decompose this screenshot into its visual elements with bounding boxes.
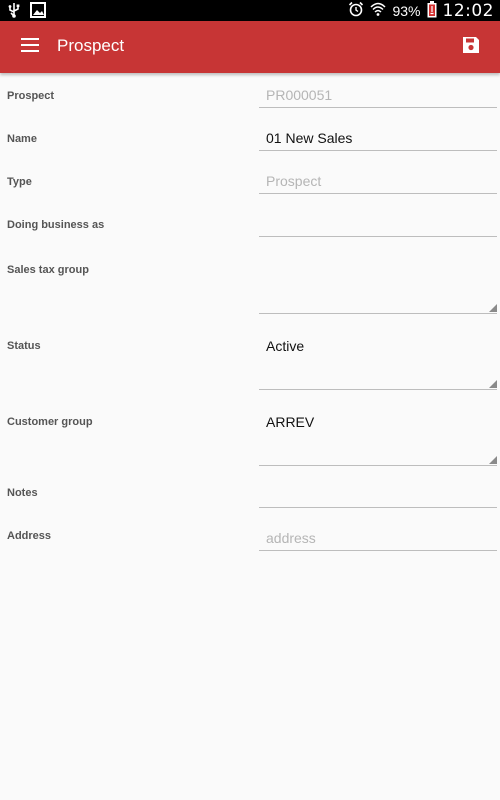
status-dropdown[interactable]: Active <box>259 326 497 390</box>
doing-business-as-field[interactable] <box>259 206 497 237</box>
doing-business-as-label: Doing business as <box>7 219 105 231</box>
notes-field[interactable] <box>259 477 497 508</box>
app-bar: Prospect <box>0 21 500 73</box>
dropdown-triangle-icon <box>489 456 497 464</box>
alarm-icon <box>348 1 364 20</box>
clock: 12:02 <box>442 0 494 21</box>
image-icon <box>30 2 46 23</box>
address-row: Address address <box>0 516 500 559</box>
name-field[interactable]: 01 New Sales <box>259 120 497 151</box>
prospect-label: Prospect <box>7 90 55 102</box>
notes-row: Notes <box>0 473 500 516</box>
save-icon[interactable] <box>462 36 482 56</box>
prospect-row: Prospect PR000051 <box>0 73 500 116</box>
prospect-form: Prospect PR000051 Name 01 New Sales Type… <box>0 73 500 559</box>
type-value: Prospect <box>266 173 322 189</box>
wifi-icon <box>370 1 386 20</box>
dropdown-triangle-icon <box>489 304 497 312</box>
battery-percent: 93% <box>392 2 421 19</box>
status-label: Status <box>7 340 41 352</box>
customer-group-row: Customer group ARREV <box>0 397 500 473</box>
name-row: Name 01 New Sales <box>0 116 500 159</box>
status-bar: 93% 12:02 <box>0 0 500 21</box>
hamburger-menu-icon[interactable] <box>21 38 39 54</box>
type-row: Type Prospect <box>0 159 500 202</box>
address-placeholder: address <box>266 530 316 546</box>
type-label: Type <box>7 176 32 188</box>
usb-icon <box>7 2 21 23</box>
name-label: Name <box>7 133 37 145</box>
address-label: Address <box>7 530 52 542</box>
customer-group-value: ARREV <box>266 414 315 430</box>
name-value: 01 New Sales <box>266 130 353 146</box>
prospect-value: PR000051 <box>266 87 333 103</box>
address-field[interactable]: address <box>259 520 497 551</box>
status-value: Active <box>266 338 305 354</box>
doing-business-as-row: Doing business as <box>0 202 500 245</box>
notes-label: Notes <box>7 487 38 499</box>
customer-group-label: Customer group <box>7 416 93 428</box>
page-title: Prospect <box>57 36 125 55</box>
customer-group-dropdown[interactable]: ARREV <box>259 402 497 466</box>
sales-tax-group-row: Sales tax group <box>0 245 500 321</box>
status-row: Status Active <box>0 321 500 397</box>
battery-icon <box>427 0 437 21</box>
prospect-field: PR000051 <box>259 77 497 108</box>
type-field: Prospect <box>259 163 497 194</box>
sales-tax-group-dropdown[interactable] <box>259 250 497 314</box>
sales-tax-group-label: Sales tax group <box>7 264 89 276</box>
dropdown-triangle-icon <box>489 380 497 388</box>
